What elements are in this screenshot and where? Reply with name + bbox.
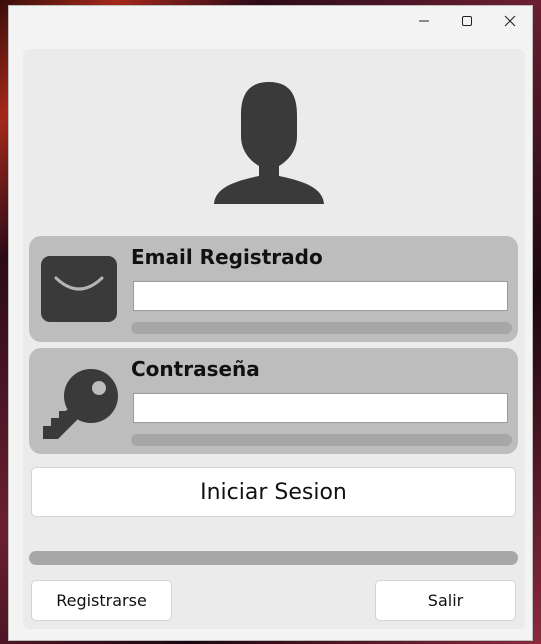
password-group: Contraseña xyxy=(29,348,518,454)
envelope-icon xyxy=(41,256,117,322)
email-group: Email Registrado xyxy=(29,236,518,342)
close-button[interactable] xyxy=(488,6,532,36)
exit-button[interactable]: Salir xyxy=(375,580,516,621)
title-bar xyxy=(9,6,532,36)
email-label: Email Registrado xyxy=(131,245,323,269)
minimize-icon xyxy=(419,20,429,22)
email-field[interactable] xyxy=(133,281,508,311)
maximize-icon xyxy=(462,16,472,26)
password-field[interactable] xyxy=(133,393,508,423)
login-panel: Email Registrado Contraseña Iniciar Sesi… xyxy=(23,49,525,629)
login-button[interactable]: Iniciar Sesion xyxy=(31,467,516,517)
maximize-button[interactable] xyxy=(445,6,489,36)
key-icon xyxy=(43,369,118,439)
user-silhouette-icon xyxy=(214,82,324,204)
close-icon xyxy=(504,15,516,27)
password-label: Contraseña xyxy=(131,357,260,381)
minimize-button[interactable] xyxy=(402,6,446,36)
password-underline-bar xyxy=(131,434,512,446)
login-window: Email Registrado Contraseña Iniciar Sesi… xyxy=(8,5,533,641)
status-bar xyxy=(29,551,518,565)
email-underline-bar xyxy=(131,322,512,334)
register-button[interactable]: Registrarse xyxy=(31,580,172,621)
